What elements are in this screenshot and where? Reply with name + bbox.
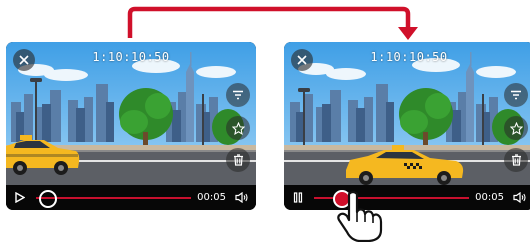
trash-icon: [233, 154, 243, 166]
hand-cursor-icon: [337, 190, 383, 242]
pause-icon: [293, 192, 303, 203]
delete-button[interactable]: [226, 148, 250, 172]
filter-button[interactable]: [504, 83, 528, 107]
control-bar: 00:05: [6, 185, 256, 210]
trash-icon: [511, 154, 521, 166]
duration-label: 00:05: [475, 192, 504, 203]
delete-button[interactable]: [504, 148, 528, 172]
volume-icon: [235, 192, 248, 203]
seek-track: [36, 197, 192, 199]
play-button[interactable]: [8, 185, 32, 210]
arrow-head-icon: [398, 27, 418, 40]
volume-button[interactable]: [232, 185, 252, 210]
duration-label: 00:05: [197, 192, 226, 203]
volume-button[interactable]: [510, 185, 530, 210]
volume-icon: [513, 192, 526, 203]
play-icon: [15, 192, 25, 203]
favorite-button[interactable]: [504, 116, 528, 140]
seek-handle[interactable]: [39, 190, 58, 208]
filter-icon: [233, 90, 243, 100]
video-player-after: 1:10:10:50 00:05: [284, 42, 530, 210]
filter-icon: [511, 90, 521, 100]
pause-button[interactable]: [286, 185, 310, 210]
filter-button[interactable]: [226, 83, 250, 107]
timecode: 1:10:10:50: [92, 50, 170, 64]
control-bar: 00:05: [284, 185, 530, 210]
favorite-button[interactable]: [226, 116, 250, 140]
timecode: 1:10:10:50: [370, 50, 448, 64]
seek-bar[interactable]: [36, 185, 192, 210]
star-icon: [509, 121, 523, 135]
video-player-before: 1:10:10:50 00:05: [6, 42, 256, 210]
star-icon: [231, 121, 245, 135]
